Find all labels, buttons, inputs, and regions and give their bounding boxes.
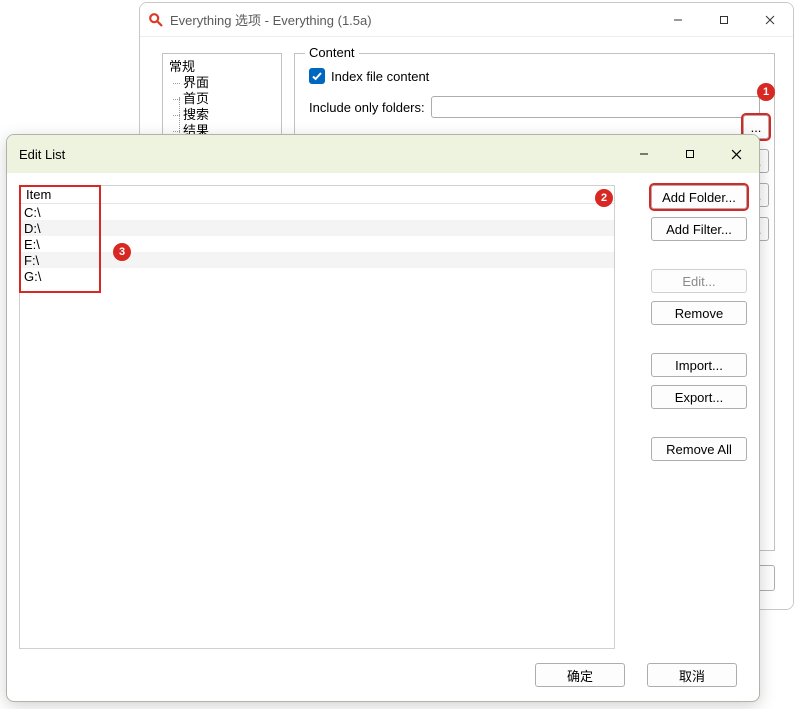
button-label: Remove All xyxy=(666,442,732,457)
remove-button[interactable]: Remove xyxy=(651,301,747,325)
include-only-folders-label: Include only folders: xyxy=(309,100,425,115)
tree-root-general[interactable]: 常规 xyxy=(169,58,275,75)
annotation-badge-3: 3 xyxy=(113,243,131,261)
button-label: 取消 xyxy=(679,666,705,685)
include-only-folders-input[interactable] xyxy=(431,96,760,118)
tree-item-home[interactable]: 首页 xyxy=(183,91,275,107)
edit-button: Edit... xyxy=(651,269,747,293)
options-window-controls xyxy=(655,3,793,37)
import-button[interactable]: Import... xyxy=(651,353,747,377)
item-listview[interactable]: Item C:\ D:\ E:\ F:\ G:\ xyxy=(19,185,615,649)
list-item[interactable]: E:\ xyxy=(20,236,614,252)
button-label: Add Filter... xyxy=(666,222,732,237)
add-folder-button[interactable]: Add Folder... xyxy=(651,185,747,209)
list-item[interactable]: F:\ xyxy=(20,252,614,268)
maximize-button[interactable] xyxy=(667,135,713,173)
content-panel-body: Index file content Include only folders: xyxy=(295,54,774,140)
close-button[interactable] xyxy=(747,3,793,37)
button-label: Add Folder... xyxy=(662,190,736,205)
annotation-badge-2: 2 xyxy=(595,189,613,207)
tree-item-ui[interactable]: 界面 xyxy=(183,75,275,91)
list-item[interactable]: G:\ xyxy=(20,268,614,284)
maximize-button[interactable] xyxy=(701,3,747,37)
edit-list-window: Edit List Item C:\ D:\ E:\ F:\ G:\ xyxy=(6,134,760,702)
edit-list-button-column: Add Folder... Add Filter... Edit... Remo… xyxy=(651,185,747,461)
remove-all-button[interactable]: Remove All xyxy=(651,437,747,461)
options-titlebar: Everything 选项 - Everything (1.5a) xyxy=(140,3,793,37)
close-button[interactable] xyxy=(713,135,759,173)
tree-item-search[interactable]: 搜索 xyxy=(183,107,275,123)
minimize-button[interactable] xyxy=(621,135,667,173)
list-item[interactable]: C:\ xyxy=(20,204,614,220)
edit-list-title: Edit List xyxy=(19,147,65,162)
listview-header: Item xyxy=(20,186,614,204)
button-label: Import... xyxy=(675,358,723,373)
options-title: Everything 选项 - Everything (1.5a) xyxy=(170,10,372,29)
add-filter-button[interactable]: Add Filter... xyxy=(651,217,747,241)
button-label: Export... xyxy=(675,390,723,405)
button-label: Remove xyxy=(675,306,723,321)
edit-list-footer: 确定 取消 xyxy=(535,663,737,687)
index-file-content-label: Index file content xyxy=(331,69,429,84)
edit-list-titlebar: Edit List xyxy=(7,135,759,173)
include-only-folders-row: Include only folders: xyxy=(309,96,760,118)
index-file-content-row: Index file content xyxy=(309,68,760,84)
listview-rows: C:\ D:\ E:\ F:\ G:\ xyxy=(20,204,614,284)
export-button[interactable]: Export... xyxy=(651,385,747,409)
cancel-button[interactable]: 取消 xyxy=(647,663,737,687)
column-header-item[interactable]: Item xyxy=(22,186,100,203)
index-file-content-checkbox[interactable] xyxy=(309,68,325,84)
button-label: 确定 xyxy=(567,666,593,685)
edit-list-window-controls xyxy=(621,135,759,173)
list-item[interactable]: D:\ xyxy=(20,220,614,236)
everything-app-icon xyxy=(148,12,164,28)
annotation-badge-1: 1 xyxy=(757,83,775,101)
ellipsis-icon: ... xyxy=(751,120,762,135)
minimize-button[interactable] xyxy=(655,3,701,37)
content-panel-label: Content xyxy=(305,45,359,60)
ok-button[interactable]: 确定 xyxy=(535,663,625,687)
button-label: Edit... xyxy=(682,274,715,289)
